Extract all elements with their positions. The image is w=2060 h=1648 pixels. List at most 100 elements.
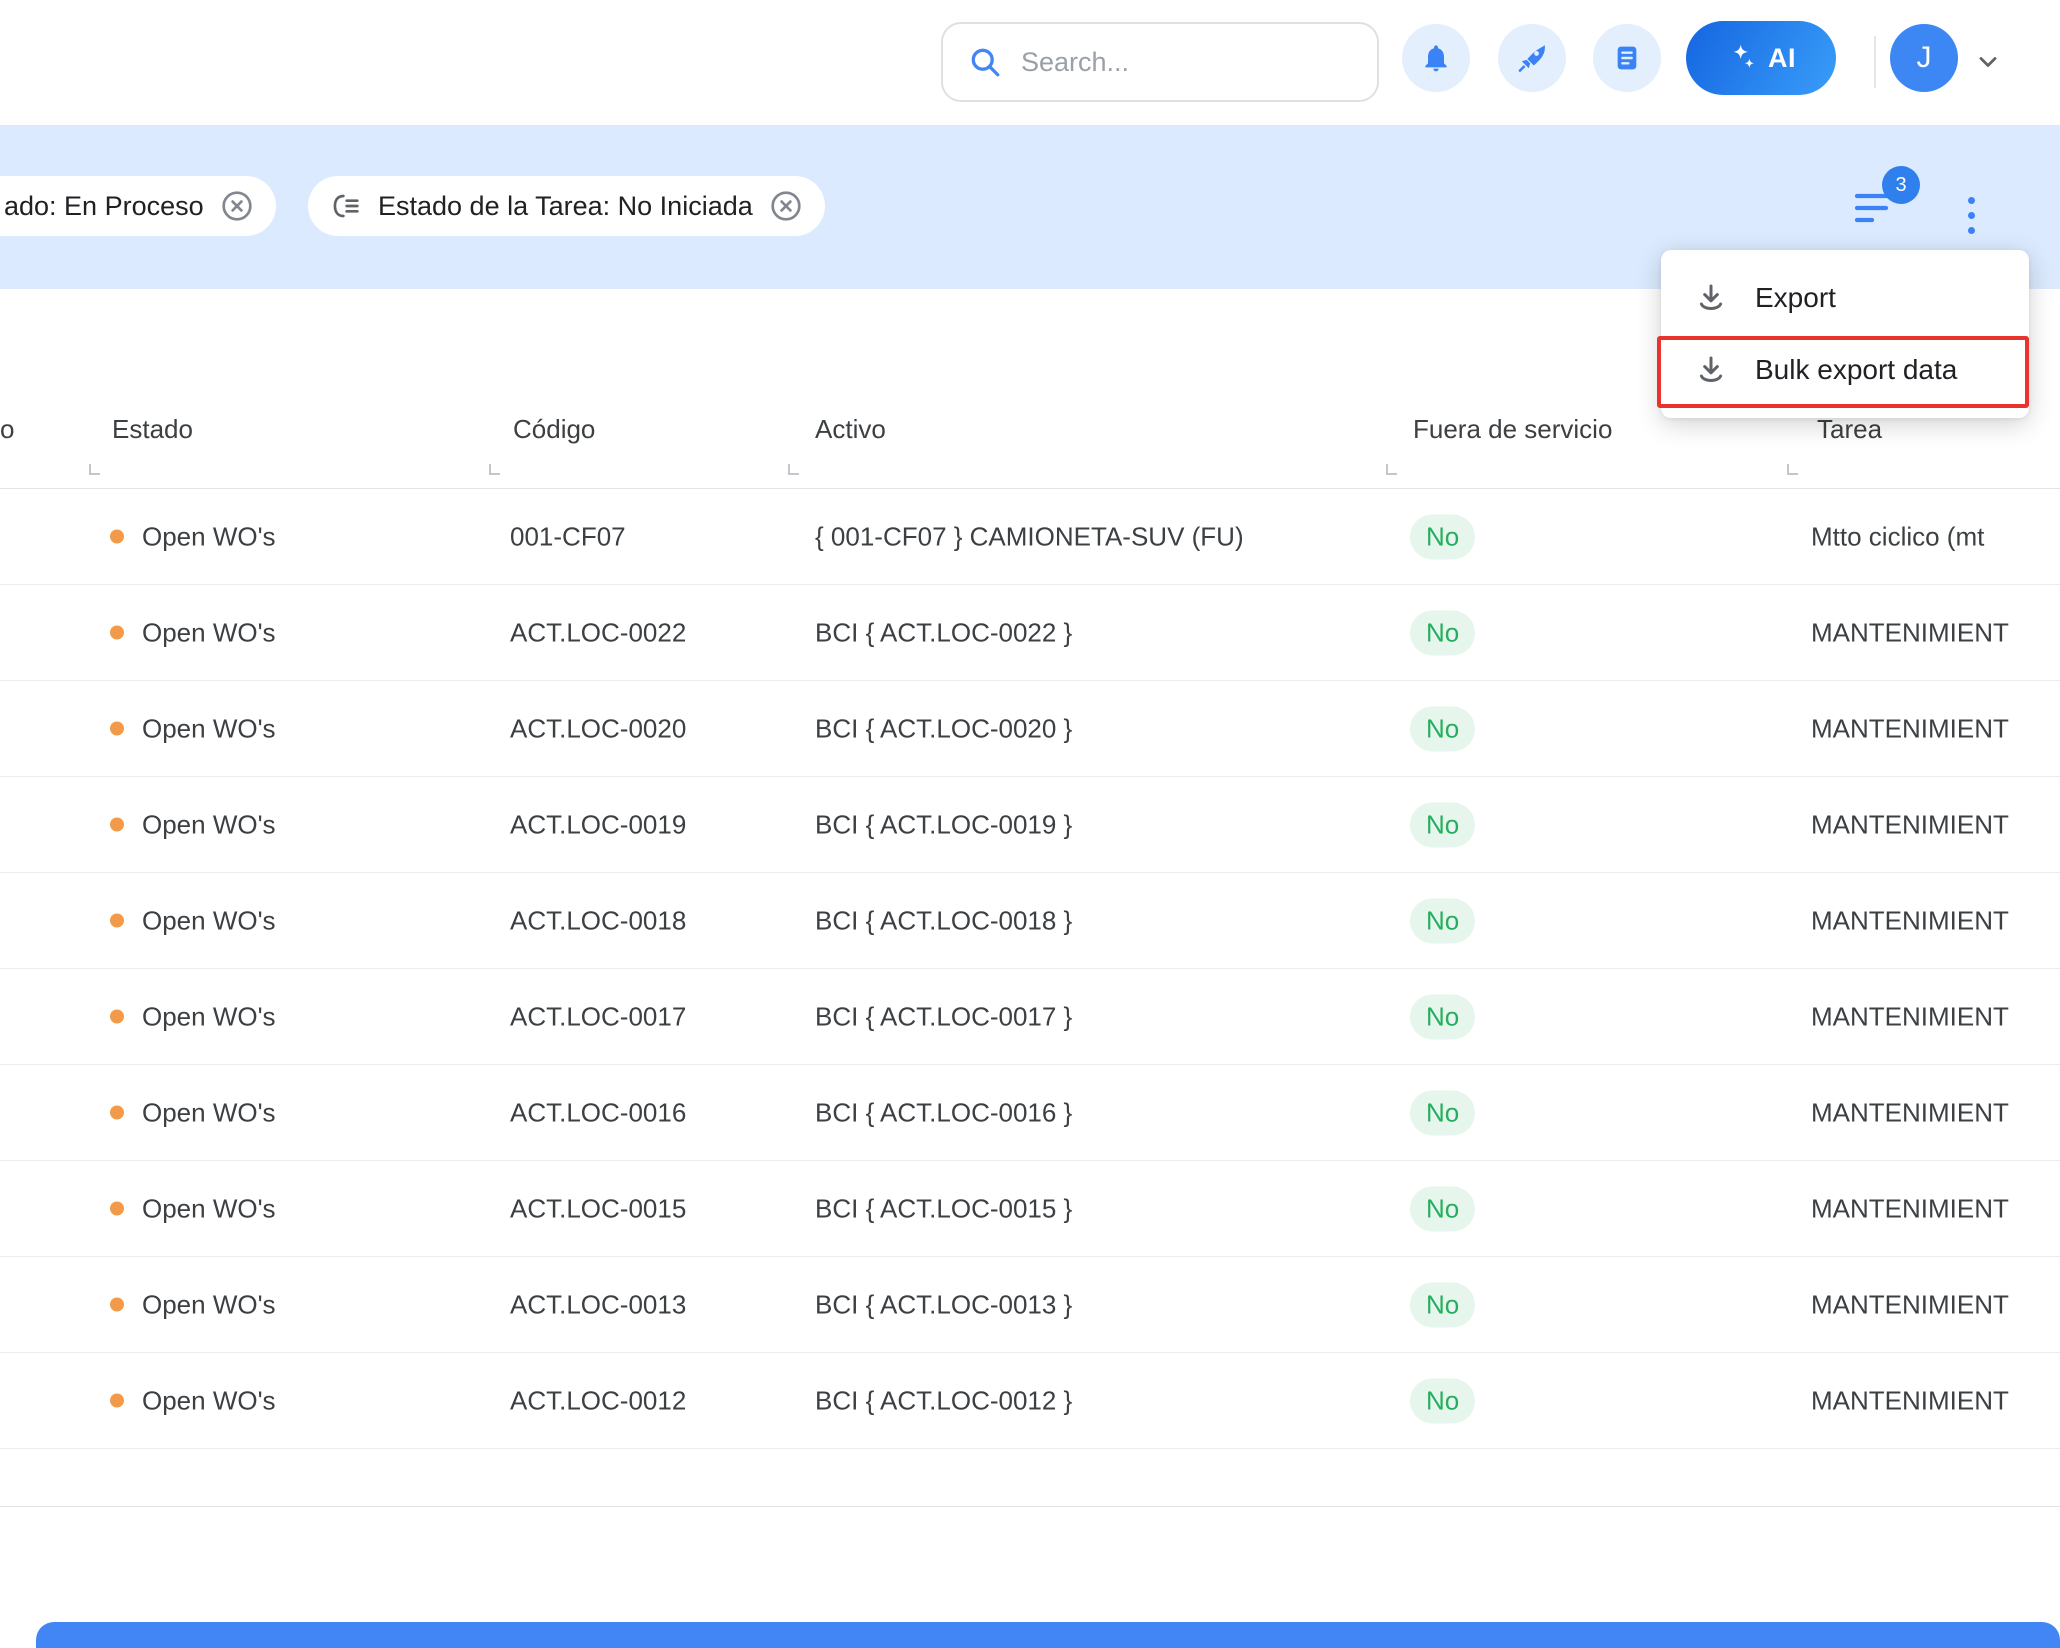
tarea-cell: MANTENIMIENT (1811, 1193, 2009, 1224)
codigo-cell: ACT.LOC-0019 (510, 809, 686, 840)
estado-label: Open WO's (142, 1193, 276, 1224)
status-dot-icon (110, 1010, 124, 1024)
activo-cell: BCI { ACT.LOC-0020 } (815, 713, 1072, 744)
filter-chip-tarea[interactable]: Estado de la Tarea: No Iniciada (308, 176, 825, 236)
estado-label: Open WO's (142, 905, 276, 936)
menu-item-label: Bulk export data (1755, 354, 1957, 386)
estado-cell: Open WO's (110, 1193, 276, 1224)
condition-icon (330, 190, 362, 222)
column-resize-handle[interactable] (788, 464, 799, 475)
search-input[interactable] (1021, 47, 1321, 78)
column-resize-handle[interactable] (1386, 464, 1397, 475)
table-row[interactable]: Open WO's ACT.LOC-0012 BCI { ACT.LOC-001… (0, 1353, 2060, 1449)
bell-icon (1420, 42, 1452, 74)
kebab-dot (1968, 212, 1975, 219)
header-divider (1874, 36, 1876, 88)
table-row[interactable]: Open WO's ACT.LOC-0016 BCI { ACT.LOC-001… (0, 1065, 2060, 1161)
codigo-cell: ACT.LOC-0020 (510, 713, 686, 744)
menu-item-bulk-export[interactable]: Bulk export data (1661, 334, 2029, 406)
bottom-bar (36, 1622, 2060, 1648)
fuera-de-servicio-badge: No (1410, 1090, 1475, 1135)
table-row[interactable]: Open WO's ACT.LOC-0019 BCI { ACT.LOC-001… (0, 777, 2060, 873)
filter-button[interactable]: 3 (1845, 165, 1937, 251)
column-header-tarea[interactable]: Tarea (1817, 414, 1882, 445)
ai-button[interactable]: AI (1686, 21, 1836, 95)
estado-cell: Open WO's (110, 1289, 276, 1320)
table-row[interactable]: Open WO's ACT.LOC-0013 BCI { ACT.LOC-001… (0, 1257, 2060, 1353)
estado-cell: Open WO's (110, 521, 276, 552)
activo-cell: BCI { ACT.LOC-0017 } (815, 1001, 1072, 1032)
column-header-estado[interactable]: Estado (112, 414, 193, 445)
column-header-activo[interactable]: Activo (815, 414, 886, 445)
documents-button[interactable] (1593, 24, 1661, 92)
tarea-cell: MANTENIMIENT (1811, 905, 2009, 936)
status-dot-icon (110, 914, 124, 928)
export-menu: Export Bulk export data (1661, 250, 2029, 418)
column-header-fuera-de-servicio[interactable]: Fuera de servicio (1413, 414, 1612, 445)
download-icon (1693, 352, 1729, 388)
status-dot-icon (110, 818, 124, 832)
notifications-button[interactable] (1402, 24, 1470, 92)
activo-cell: BCI { ACT.LOC-0013 } (815, 1289, 1072, 1320)
menu-item-export[interactable]: Export (1661, 262, 2029, 334)
ai-button-label: AI (1768, 43, 1796, 74)
status-dot-icon (110, 722, 124, 736)
estado-label: Open WO's (142, 809, 276, 840)
column-resize-handle[interactable] (89, 464, 100, 475)
estado-label: Open WO's (142, 617, 276, 648)
table-row[interactable]: Open WO's ACT.LOC-0015 BCI { ACT.LOC-001… (0, 1161, 2060, 1257)
codigo-cell: ACT.LOC-0018 (510, 905, 686, 936)
table-row[interactable]: Open WO's ACT.LOC-0018 BCI { ACT.LOC-001… (0, 873, 2060, 969)
more-options-button[interactable] (1951, 185, 1991, 245)
estado-cell: Open WO's (110, 1385, 276, 1416)
filter-chip-estado[interactable]: ado: En Proceso (0, 176, 276, 236)
top-header: AI J (0, 0, 2060, 125)
status-dot-icon (110, 530, 124, 544)
fuera-de-servicio-badge: No (1410, 514, 1475, 559)
download-icon (1693, 280, 1729, 316)
kebab-dot (1968, 227, 1975, 234)
estado-label: Open WO's (142, 1001, 276, 1032)
tarea-cell: MANTENIMIENT (1811, 1385, 2009, 1416)
activo-cell: BCI { ACT.LOC-0022 } (815, 617, 1072, 648)
tarea-cell: MANTENIMIENT (1811, 1289, 2009, 1320)
estado-label: Open WO's (142, 1097, 276, 1128)
column-resize-handle[interactable] (1787, 464, 1798, 475)
search-box[interactable] (941, 22, 1379, 102)
estado-cell: Open WO's (110, 1097, 276, 1128)
table-row[interactable]: Open WO's 001-CF07 { 001-CF07 } CAMIONET… (0, 489, 2060, 585)
app-screen: AI J ado: En Proceso (0, 0, 2060, 1648)
estado-cell: Open WO's (110, 905, 276, 936)
close-icon[interactable] (220, 189, 254, 223)
fuera-de-servicio-cell: No (1410, 1186, 1475, 1231)
table-row[interactable]: Open WO's ACT.LOC-0022 BCI { ACT.LOC-002… (0, 585, 2060, 681)
estado-label: Open WO's (142, 1385, 276, 1416)
launch-button[interactable] (1498, 24, 1566, 92)
table-body: Open WO's 001-CF07 { 001-CF07 } CAMIONET… (0, 489, 2060, 1449)
status-dot-icon (110, 1202, 124, 1216)
sparkle-icon (1726, 42, 1758, 74)
estado-cell: Open WO's (110, 617, 276, 648)
close-icon[interactable] (769, 189, 803, 223)
table-row[interactable]: Open WO's ACT.LOC-0017 BCI { ACT.LOC-001… (0, 969, 2060, 1065)
avatar-initial: J (1917, 41, 1932, 75)
column-resize-handle[interactable] (489, 464, 500, 475)
activo-cell: BCI { ACT.LOC-0019 } (815, 809, 1072, 840)
table-row[interactable]: Open WO's ACT.LOC-0020 BCI { ACT.LOC-002… (0, 681, 2060, 777)
user-avatar[interactable]: J (1890, 24, 1958, 92)
fuera-de-servicio-cell: No (1410, 514, 1475, 559)
column-header-codigo[interactable]: Código (513, 414, 595, 445)
estado-cell: Open WO's (110, 1001, 276, 1032)
estado-cell: Open WO's (110, 713, 276, 744)
fuera-de-servicio-badge: No (1410, 706, 1475, 751)
tarea-cell: MANTENIMIENT (1811, 617, 2009, 648)
status-dot-icon (110, 1106, 124, 1120)
codigo-cell: ACT.LOC-0012 (510, 1385, 686, 1416)
tarea-cell: Mtto ciclico (mt (1811, 521, 1984, 552)
filter-count-badge: 3 (1882, 166, 1920, 204)
tarea-cell: MANTENIMIENT (1811, 809, 2009, 840)
chevron-down-icon[interactable] (1974, 48, 2002, 81)
kebab-dot (1968, 197, 1975, 204)
fuera-de-servicio-cell: No (1410, 610, 1475, 655)
fuera-de-servicio-badge: No (1410, 898, 1475, 943)
